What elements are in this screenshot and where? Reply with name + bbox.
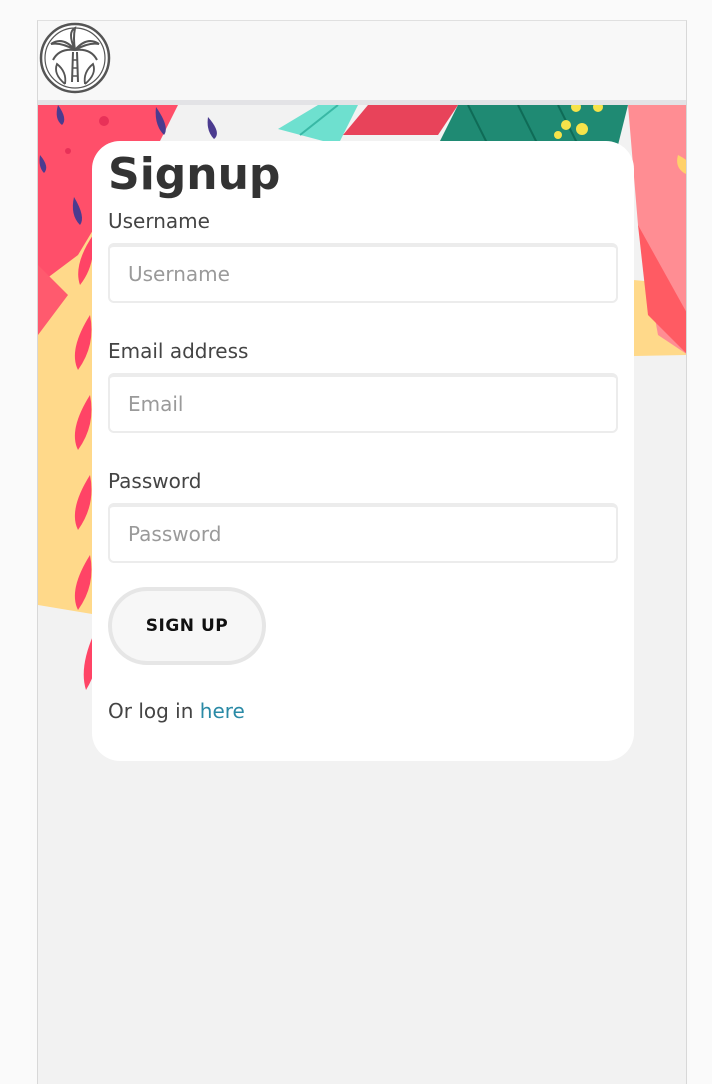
username-input[interactable] (108, 243, 618, 303)
browser-viewport: Signup Username Email address Password S… (37, 20, 687, 1084)
page-title: Signup (108, 149, 281, 200)
username-label: Username (108, 209, 210, 233)
top-header (38, 21, 686, 105)
email-input[interactable] (108, 373, 618, 433)
email-label: Email address (108, 339, 249, 363)
password-label: Password (108, 469, 202, 493)
sign-up-button[interactable]: SIGN UP (108, 587, 266, 665)
login-link[interactable]: here (200, 699, 245, 723)
login-prompt: Or log in here (108, 699, 618, 723)
palm-tree-icon[interactable] (39, 22, 111, 94)
signup-card: Signup Username Email address Password S… (92, 141, 634, 761)
password-input[interactable] (108, 503, 618, 563)
login-prompt-text: Or log in (108, 699, 200, 723)
